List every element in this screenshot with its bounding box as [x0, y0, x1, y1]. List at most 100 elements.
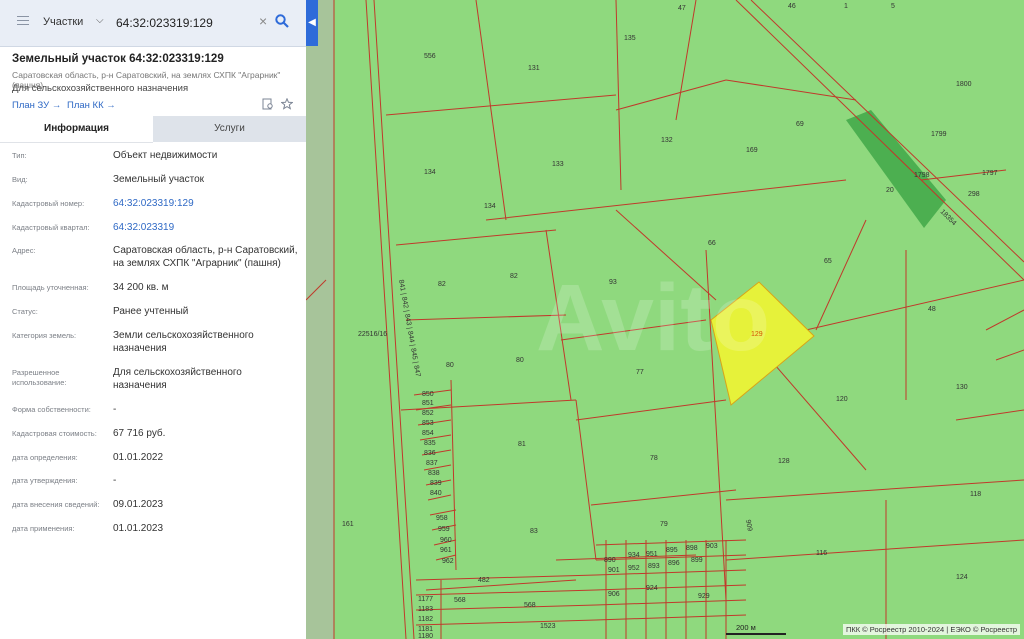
parcel-label: 890 [604, 557, 616, 564]
parcel-label: 20 [886, 187, 894, 194]
parcel-label: 837 [426, 460, 438, 467]
info-label: Адрес: [12, 246, 36, 255]
plan-zu-link[interactable]: План ЗУ → [12, 100, 61, 111]
parcel-label: 958 [436, 515, 448, 522]
parcel-label: 929 [698, 593, 710, 600]
parcel-label: 934 [628, 552, 640, 559]
clear-icon[interactable]: × [259, 13, 267, 29]
map-attribution: ПКК © Росреестр 2010-2024 | ЕЭКО © Росре… [842, 624, 1020, 635]
parcel-label: 851 [422, 400, 434, 407]
menu-icon[interactable] [17, 16, 29, 26]
search-input[interactable] [112, 10, 266, 36]
parcel-label: 899 [691, 557, 703, 564]
info-label: Категория земель: [12, 331, 77, 340]
parcel-label: 134 [424, 169, 436, 176]
parcel-label: 78 [650, 455, 658, 462]
cadastral-number-link[interactable]: 64:32:023319:129 [113, 197, 298, 210]
parcel-label: 169 [746, 147, 758, 154]
parcel-label: 22516/16 [358, 331, 387, 338]
info-value: 01.01.2023 [113, 523, 164, 534]
parcel-label: 895 [666, 547, 678, 554]
info-label: Разрешенное использование: [12, 368, 67, 387]
info-value: - [113, 475, 117, 486]
parcel-label: 903 [706, 543, 718, 550]
parcel-label: 1180 [418, 633, 433, 639]
parcel-label: 840 [430, 490, 442, 497]
parcel-label: 960 [440, 537, 452, 544]
star-icon[interactable] [281, 98, 293, 110]
tab-information[interactable]: Информация [0, 116, 153, 143]
info-label: Форма собственности: [12, 405, 91, 414]
parcel-label: 568 [524, 602, 536, 609]
parcel-label: 80 [446, 362, 454, 369]
info-value: Объект недвижимости [113, 150, 218, 161]
layer-select-label: Участки [43, 16, 84, 28]
parcel-label: 79 [660, 521, 668, 528]
parcel-label: 1183 [418, 606, 433, 613]
search-icon[interactable] [275, 14, 289, 28]
parcel-label: 1523 [540, 623, 556, 630]
info-label: Площадь уточненная: [12, 283, 89, 292]
parcel-label: 116 [816, 550, 827, 557]
parcel-label: 130 [956, 384, 968, 391]
info-label: дата внесения сведений: [12, 500, 100, 509]
parcel-label: 835 [424, 440, 436, 447]
info-value: Земельный участок [113, 174, 205, 185]
parcel-label: 82 [438, 281, 446, 288]
parcel-label: 482 [478, 577, 490, 584]
parcel-purpose: Для сельскохозяйственного назначения [12, 83, 189, 94]
search-bar: Участки ⌵ × [0, 0, 306, 47]
scale-bar [726, 633, 786, 635]
info-label: Кадастровый квартал: [12, 223, 90, 232]
parcel-label: 82 [510, 273, 518, 280]
info-value: Саратовская область, р-н Саратовский, на… [113, 245, 298, 269]
parcel-title: Земельный участок 64:32:023319:129 [12, 53, 224, 65]
parcel-label: 132 [661, 137, 673, 144]
info-label: Тип: [12, 151, 27, 160]
parcel-label: 556 [424, 53, 436, 60]
parcel-label: 853 [422, 420, 434, 427]
info-value: Ранее учтенный [113, 306, 189, 317]
plan-kk-link[interactable]: План КК → [67, 100, 116, 111]
parcel-label: 838 [428, 470, 440, 477]
cadastral-quarter-link[interactable]: 64:32:023319 [113, 221, 298, 234]
parcel-label: 298 [968, 191, 980, 198]
map-canvas[interactable]: Avito 556 131 135 47 46 1 5 1800 132 69 … [306, 0, 1024, 639]
parcel-label: 5 [891, 3, 895, 10]
plan-kk-label: План КК [67, 100, 104, 111]
info-value: - [113, 404, 117, 415]
parcel-label: 133 [552, 161, 564, 168]
info-value: Для сельскохозяйственного назначения [113, 367, 242, 391]
parcel-label-selected: 129 [751, 331, 763, 338]
parcel-label: 962 [442, 558, 454, 565]
parcel-label: 1797 [982, 170, 998, 177]
info-value: 34 200 кв. м [113, 282, 169, 293]
road-strip [306, 0, 334, 639]
parcel-label: 81 [518, 441, 526, 448]
parcel-label: 124 [956, 574, 968, 581]
parcel-label: 1182 [418, 616, 433, 623]
parcel-label: 568 [454, 597, 466, 604]
scale-label: 200 м [736, 623, 756, 632]
parcel-label: 1177 [418, 596, 433, 603]
info-value: 01.01.2022 [113, 452, 164, 463]
parcel-label: 48 [928, 306, 936, 313]
document-search-icon[interactable] [262, 98, 274, 110]
parcel-label: 134 [484, 203, 496, 210]
info-label: дата утверждения: [12, 476, 78, 485]
parcel-label: 77 [636, 369, 644, 376]
info-label: Статус: [12, 307, 38, 316]
parcel-label: 131 [528, 65, 540, 72]
parcel-label: 1181 [418, 626, 433, 633]
parcel-label: 69 [796, 121, 804, 128]
cadastral-map[interactable]: Avito 556 131 135 47 46 1 5 1800 132 69 … [306, 0, 1024, 639]
collapse-panel-button[interactable]: ◀ [306, 0, 318, 46]
info-label: дата определения: [12, 453, 78, 462]
layer-select[interactable]: Участки ⌵ [35, 10, 107, 36]
parcel-label: 896 [668, 560, 680, 567]
parcel-label: 1 [844, 3, 848, 10]
tab-services[interactable]: Услуги [153, 116, 306, 142]
watermark: Avito [536, 265, 770, 371]
info-label: Кадастровый номер: [12, 199, 85, 208]
parcel-label: 66 [708, 240, 716, 247]
